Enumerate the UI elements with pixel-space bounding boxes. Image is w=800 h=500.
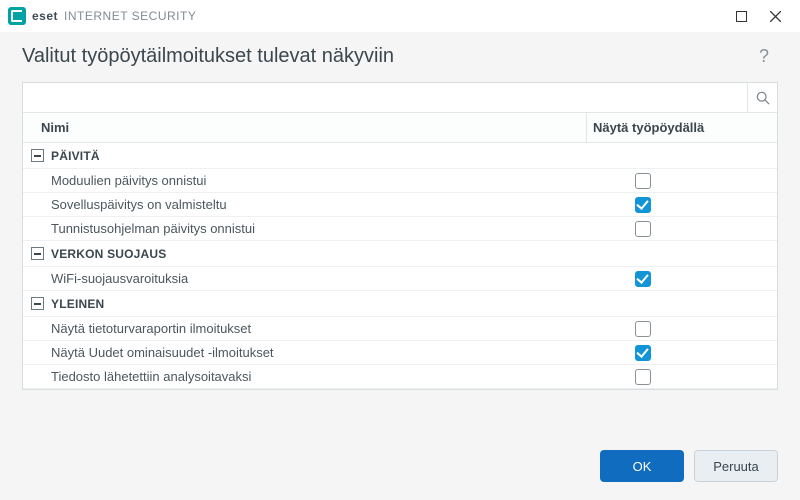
row-label: Näytä tietoturvaraportin ilmoitukset [23, 321, 587, 336]
group-label: PÄIVITÄ [51, 149, 100, 163]
footer: OK Peruuta [600, 450, 778, 482]
row-label: WiFi-suojausvaroituksia [23, 271, 587, 286]
table-row: Tiedosto lähetettiin analysoitavaksi [23, 365, 777, 389]
checkbox[interactable] [635, 173, 651, 189]
checkbox[interactable] [635, 321, 651, 337]
help-button[interactable]: ? [752, 44, 776, 68]
search-input[interactable] [23, 83, 747, 112]
group-label: VERKON SUOJAUS [51, 247, 167, 261]
search-button[interactable] [747, 83, 777, 113]
col-header-show[interactable]: Näytä työpöydällä [587, 113, 777, 142]
row-label: Sovelluspäivitys on valmisteltu [23, 197, 587, 212]
close-button[interactable] [758, 2, 792, 30]
table-row: Näytä tietoturvaraportin ilmoitukset [23, 317, 777, 341]
row-checkbox-cell [587, 221, 777, 237]
table-header: Nimi Näytä työpöydällä [23, 113, 777, 143]
table-row: WiFi-suojausvaroituksia [23, 267, 777, 291]
checkbox[interactable] [635, 369, 651, 385]
group-header[interactable]: YLEINEN [23, 291, 777, 317]
row-label: Tunnistusohjelman päivitys onnistui [23, 221, 587, 236]
brand-main: eset [32, 9, 58, 23]
titlebar: eset INTERNET SECURITY [0, 0, 800, 32]
heading-row: Valitut työpöytäilmoitukset tulevat näky… [0, 32, 800, 82]
search-row [23, 83, 777, 113]
table-row: Tunnistusohjelman päivitys onnistui [23, 217, 777, 241]
row-checkbox-cell [587, 271, 777, 287]
maximize-button[interactable] [724, 2, 758, 30]
table-row: Näytä Uudet ominaisuudet -ilmoitukset [23, 341, 777, 365]
table-body: PÄIVITÄ Moduulien päivitys onnistui Sovell… [23, 143, 777, 389]
checkbox[interactable] [635, 271, 651, 287]
row-checkbox-cell [587, 197, 777, 213]
checkbox[interactable] [635, 221, 651, 237]
group-header[interactable]: VERKON SUOJAUS [23, 241, 777, 267]
table-row: Sovelluspäivitys on valmisteltu [23, 193, 777, 217]
notifications-panel: Nimi Näytä työpöydällä PÄIVITÄ Moduulien … [22, 82, 778, 390]
help-icon: ? [759, 46, 769, 67]
collapse-icon [31, 297, 44, 310]
row-checkbox-cell [587, 173, 777, 189]
collapse-icon [31, 247, 44, 260]
row-label: Moduulien päivitys onnistui [23, 173, 587, 188]
cancel-button[interactable]: Peruuta [694, 450, 778, 482]
page-title: Valitut työpöytäilmoitukset tulevat näky… [22, 45, 394, 68]
group-label: YLEINEN [51, 297, 104, 311]
checkbox[interactable] [635, 345, 651, 361]
row-checkbox-cell [587, 345, 777, 361]
search-icon [756, 91, 770, 105]
row-label: Näytä Uudet ominaisuudet -ilmoitukset [23, 345, 587, 360]
collapse-icon [31, 149, 44, 162]
brand: eset INTERNET SECURITY [8, 7, 196, 25]
table-row: Moduulien päivitys onnistui [23, 169, 777, 193]
maximize-icon [736, 11, 747, 22]
brand-logo-icon [8, 7, 26, 25]
row-checkbox-cell [587, 321, 777, 337]
row-checkbox-cell [587, 369, 777, 385]
group-header[interactable]: PÄIVITÄ [23, 143, 777, 169]
ok-button[interactable]: OK [600, 450, 684, 482]
close-icon [770, 11, 781, 22]
brand-sub: INTERNET SECURITY [64, 9, 196, 23]
checkbox[interactable] [635, 197, 651, 213]
row-label: Tiedosto lähetettiin analysoitavaksi [23, 369, 587, 384]
col-header-name[interactable]: Nimi [23, 113, 587, 142]
